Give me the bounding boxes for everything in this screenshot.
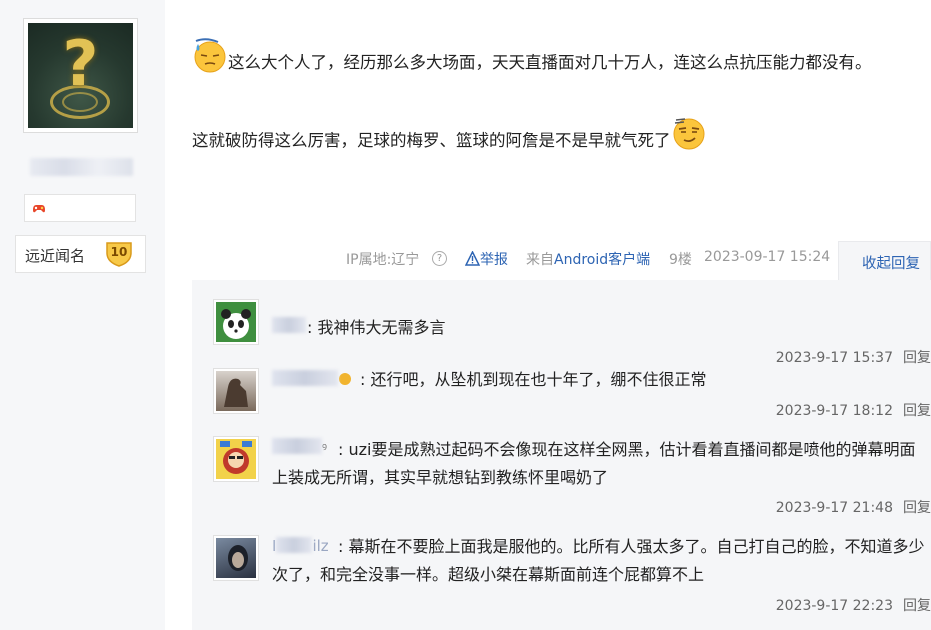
reply-text: : 还行吧，从坠机到现在也十年了，绷不住很正常 — [360, 370, 707, 389]
reply-text: : 我神伟大无需多言 — [307, 318, 446, 337]
reply-avatar[interactable] — [213, 436, 259, 482]
user-sidebar: ? 远近闻名 10 — [0, 0, 165, 630]
reply-meta: 2023-9-17 22:23 回复 — [776, 595, 931, 615]
level-badge[interactable]: 远近闻名 10 — [15, 235, 146, 273]
collapse-replies-button[interactable]: 收起回复 — [838, 241, 931, 281]
warning-icon — [465, 251, 480, 266]
level-name: 远近闻名 — [25, 247, 86, 265]
smug-emoji-icon — [673, 118, 704, 150]
reply-avatar[interactable] — [213, 535, 259, 581]
cartoon-avatar-icon — [216, 439, 256, 479]
reply-meta: 2023-9-17 15:37 回复 — [776, 347, 931, 367]
help-icon[interactable]: ? — [432, 251, 447, 266]
reply-time: 2023-9-17 21:48 — [775, 500, 893, 516]
reply-avatar[interactable] — [213, 368, 259, 414]
panda-avatar-icon — [216, 302, 256, 342]
report-link[interactable]: 举报 — [465, 249, 508, 269]
level-number-icon: 10 — [104, 240, 134, 268]
reply-time: 2023-9-17 18:12 — [775, 403, 893, 419]
reply-meta: 2023-9-17 18:12 回复 — [776, 400, 931, 420]
reply-text: : 幕斯在不要脸上面我是服他的。比所有人强太多了。自己打自己的脸，不知道多少次了… — [272, 537, 925, 584]
reply-time: 2023-9-17 15:37 — [775, 350, 893, 366]
reply-button[interactable]: 回复 — [903, 403, 931, 419]
reply-username[interactable] — [272, 370, 352, 388]
reply-username[interactable] — [272, 317, 306, 335]
reply-meta: 2023-9-17 21:48 回复 — [776, 497, 931, 517]
reply-time: 2023-9-17 22:23 — [775, 598, 893, 614]
portrait-avatar-icon — [216, 538, 256, 578]
user-badge[interactable] — [24, 194, 136, 222]
collapse-replies-label: 收起回复 — [862, 256, 920, 272]
reply-button[interactable]: 回复 — [903, 500, 931, 516]
ip-location: IP属地:辽宁 — [346, 252, 420, 268]
reply-list: : 我神伟大无需多言 2023-9-17 15:37 回复 : 还行吧，从坠机到现… — [192, 280, 931, 630]
reply-text: : uzi要是成熟过起码不会像现在这样全网黑，估计看着直播间都是喷他的弹幕明面上… — [272, 440, 916, 487]
game-controller-icon — [33, 205, 45, 213]
reply-button[interactable]: 回复 — [903, 598, 931, 614]
dinosaur-avatar-icon — [216, 371, 256, 411]
floor-number: 9楼 — [669, 252, 692, 268]
vip-badge-icon — [339, 373, 351, 385]
question-mark-icon: ? — [28, 23, 133, 128]
client-source: 来自Android客户端 — [526, 252, 651, 268]
post-time: 2023-09-17 15:24 — [704, 249, 831, 265]
username-blurred[interactable] — [30, 158, 133, 176]
sweat-emoji-icon — [194, 38, 226, 73]
reply-button[interactable]: 回复 — [903, 350, 931, 366]
post-paragraph-2: 这就破防得这么厉害，足球的梅罗、篮球的阿詹是不是早就气死了 — [192, 116, 917, 156]
post-paragraph-1: 这么大个人了，经历那么多大场面，天天直播面对几十万人，连这么点抗压能力都没有。 — [192, 38, 917, 78]
user-avatar[interactable]: ? — [23, 18, 138, 133]
reply-avatar[interactable] — [213, 299, 259, 345]
client-link[interactable]: Android客户端 — [554, 252, 650, 268]
level-number: 10 — [110, 245, 128, 259]
